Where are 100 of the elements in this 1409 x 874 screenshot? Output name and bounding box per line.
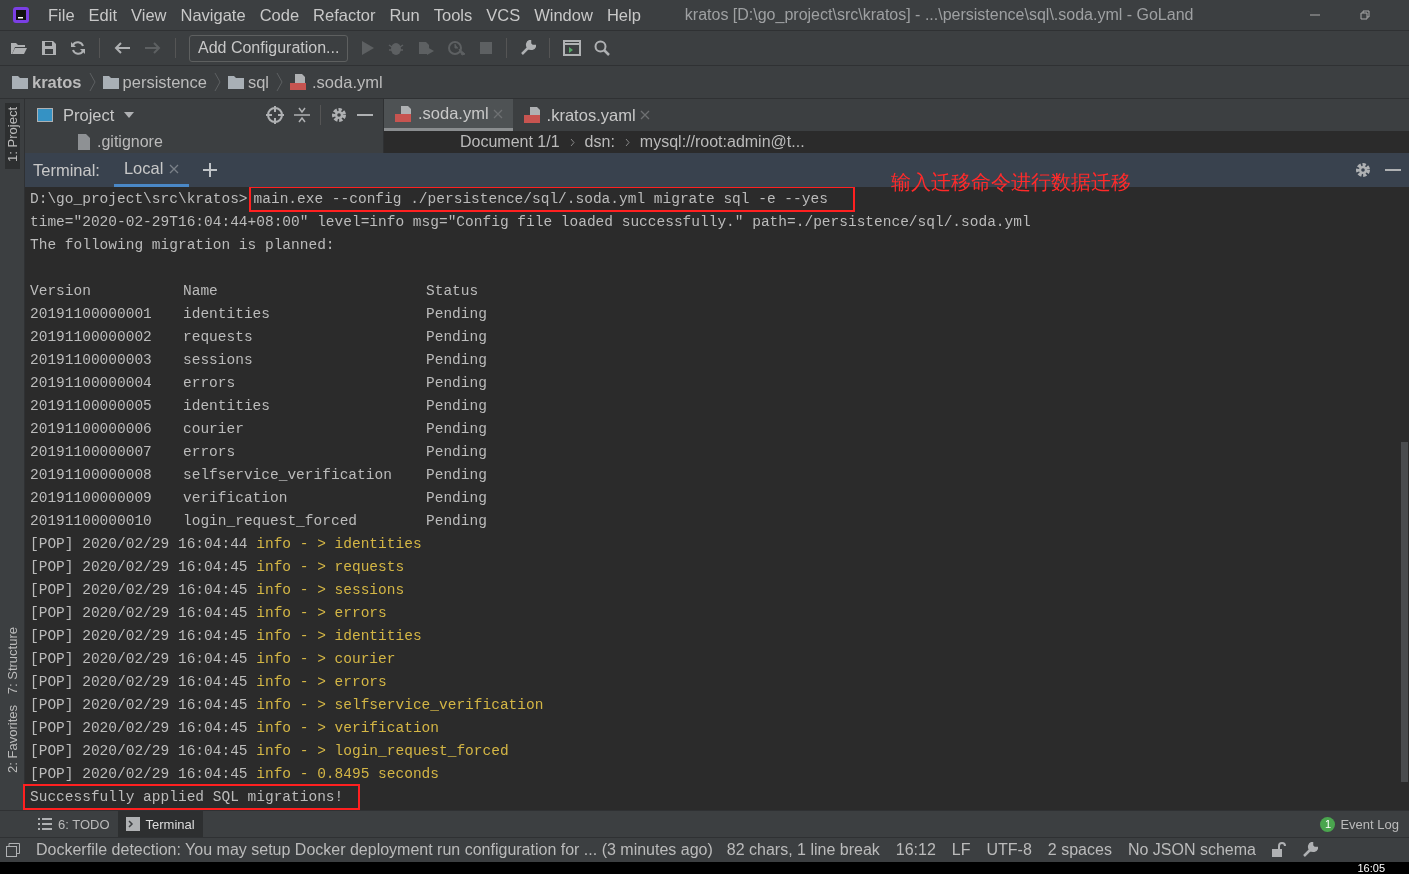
status-item[interactable]: 16:12	[895, 841, 936, 859]
breadcrumb-item[interactable]: dsn:	[584, 133, 615, 151]
table-cell: Pending	[426, 329, 487, 345]
dropdown-caret-icon[interactable]	[124, 112, 135, 118]
minimize-icon[interactable]	[357, 113, 373, 117]
log-prefix: [POP] 2020/02/29 16:04:45	[30, 628, 248, 644]
breadcrumb-item[interactable]: mysql://root:admin@t...	[639, 133, 805, 151]
settings-icon[interactable]	[331, 107, 347, 123]
minimize-icon[interactable]	[1385, 168, 1401, 172]
table-cell-text: errors	[183, 443, 237, 462]
breadcrumb-item[interactable]: kratos	[32, 72, 82, 92]
wrench-icon[interactable]	[520, 40, 537, 56]
menu-item[interactable]: File	[48, 5, 75, 25]
status-message[interactable]: Dockerfile detection: You may setup Docker deployment run configuration for ... (3 minutes ago)	[36, 841, 713, 859]
log-prefix: [POP] 2020/02/29 16:04:45	[30, 651, 248, 667]
table-cell-text: identities	[183, 397, 271, 416]
log-prefix: [POP] 2020/02/29 16:04:45	[30, 559, 248, 575]
window-toggle-icon[interactable]	[6, 843, 20, 857]
yml-file-icon	[522, 106, 543, 124]
side-tab[interactable]: 2: Favorites	[4, 701, 20, 780]
menu-item[interactable]: Run	[389, 5, 420, 25]
table-cell: Pending	[426, 352, 487, 368]
open-folder-icon[interactable]	[10, 40, 28, 56]
editor-tab[interactable]: .soda.yml	[384, 99, 513, 131]
collapse-icon[interactable]	[294, 107, 310, 123]
log-message: info - > errors	[256, 605, 387, 621]
sync-icon[interactable]	[70, 40, 86, 56]
back-arrow-icon[interactable]	[113, 41, 131, 55]
table-cell: Pending	[426, 306, 487, 322]
status-item[interactable]: LF	[951, 841, 971, 859]
table-cell-text: errors	[183, 374, 237, 393]
add-configuration-button[interactable]: Add Configuration...	[189, 34, 349, 62]
table-cell-text: Name	[183, 282, 219, 301]
close-icon[interactable]	[169, 163, 180, 174]
table-cell-text: identities	[183, 305, 271, 324]
editor-tab[interactable]: .kratos.yaml	[512, 99, 660, 131]
log-message: info - > requests	[256, 559, 405, 575]
table-cell-text: courier	[183, 420, 245, 439]
log-message: info - > errors	[256, 674, 387, 690]
chevron-icon	[624, 137, 630, 147]
menu-item[interactable]: Edit	[88, 5, 118, 25]
log-message: info - > login_request_forced	[256, 743, 509, 759]
table-cell: Pending	[426, 421, 487, 437]
status-item[interactable]: 2 spaces	[1047, 841, 1112, 859]
save-icon[interactable]	[41, 40, 57, 56]
log-message: info - > selfservice_verification	[256, 697, 544, 713]
menu-item[interactable]: Code	[259, 5, 300, 25]
table-cell-text: login_request_forced	[183, 512, 359, 531]
log-prefix: [POP] 2020/02/29 16:04:45	[30, 697, 248, 713]
tree-item[interactable]: .gitignore	[97, 131, 163, 153]
panel-title[interactable]: Project	[63, 105, 115, 125]
menu-item[interactable]: Navigate	[180, 5, 246, 25]
breadcrumb-item[interactable]: .soda.yml	[312, 72, 383, 92]
table-cell-text: 20191100000006	[30, 420, 153, 439]
tool-window-tab[interactable]: Terminal	[117, 811, 203, 837]
tool-window-tab[interactable]: 6: TODO	[30, 811, 118, 837]
menu-item[interactable]: Refactor	[313, 5, 376, 25]
terminal-output: time="2020-02-29T16:04:44+08:00" level=info msg="Config file loaded successfully." path=./persistence/sql/.soda.yml	[30, 214, 1031, 230]
unlock-icon[interactable]	[1271, 842, 1286, 858]
breadcrumb-item[interactable]: sql	[247, 72, 269, 92]
side-tab[interactable]: 7: Structure	[4, 622, 20, 702]
table-cell-text: Version	[30, 282, 92, 301]
table-cell: Status	[426, 283, 479, 299]
log-message: info - 0.8495 seconds	[256, 766, 439, 782]
status-item[interactable]: No JSON schema	[1127, 841, 1256, 859]
side-tab[interactable]: 1: Project	[4, 103, 20, 169]
menu-item[interactable]: Help	[606, 5, 641, 25]
file-icon	[77, 134, 91, 150]
breadcrumb-item[interactable]: persistence	[122, 72, 207, 92]
table-cell-text: 20191100000002	[30, 328, 153, 347]
wrench-icon[interactable]	[1301, 842, 1318, 858]
window-icon[interactable]	[563, 40, 582, 56]
table-cell-text: 20191100000007	[30, 443, 153, 462]
terminal-prompt: D:\go_project\src\kratos>	[30, 191, 248, 207]
chevron-icon	[213, 72, 221, 92]
status-item[interactable]: 82 chars, 1 line break	[726, 841, 880, 859]
clock: 16:05	[1357, 862, 1385, 874]
log-message: info - > verification	[256, 720, 439, 736]
search-icon[interactable]	[594, 40, 611, 56]
yml-file-icon	[394, 104, 414, 123]
table-cell-text: 20191100000008	[30, 466, 153, 485]
folder-icon	[12, 75, 28, 89]
app-logo-icon	[12, 6, 30, 24]
settings-icon[interactable]	[1355, 162, 1371, 178]
log-message: info - > identities	[256, 628, 422, 644]
menu-item[interactable]: Tools	[433, 5, 473, 25]
menu-item[interactable]: Window	[534, 5, 593, 25]
menu-item[interactable]: VCS	[486, 5, 521, 25]
table-cell: Pending	[426, 513, 487, 529]
terminal-label: Terminal:	[33, 160, 100, 180]
status-item[interactable]: UTF-8	[986, 841, 1032, 859]
scrollbar-thumb[interactable]	[1401, 442, 1408, 782]
add-icon[interactable]	[203, 163, 218, 177]
table-cell-text: 20191100000001	[30, 305, 153, 324]
event-log-link[interactable]: Event Log	[1340, 816, 1399, 832]
target-icon[interactable]	[266, 106, 284, 124]
menu-item[interactable]: View	[131, 5, 167, 25]
breadcrumb-item[interactable]: Document 1/1	[460, 133, 560, 151]
list-icon	[38, 818, 52, 830]
restore-icon[interactable]	[1359, 9, 1371, 21]
